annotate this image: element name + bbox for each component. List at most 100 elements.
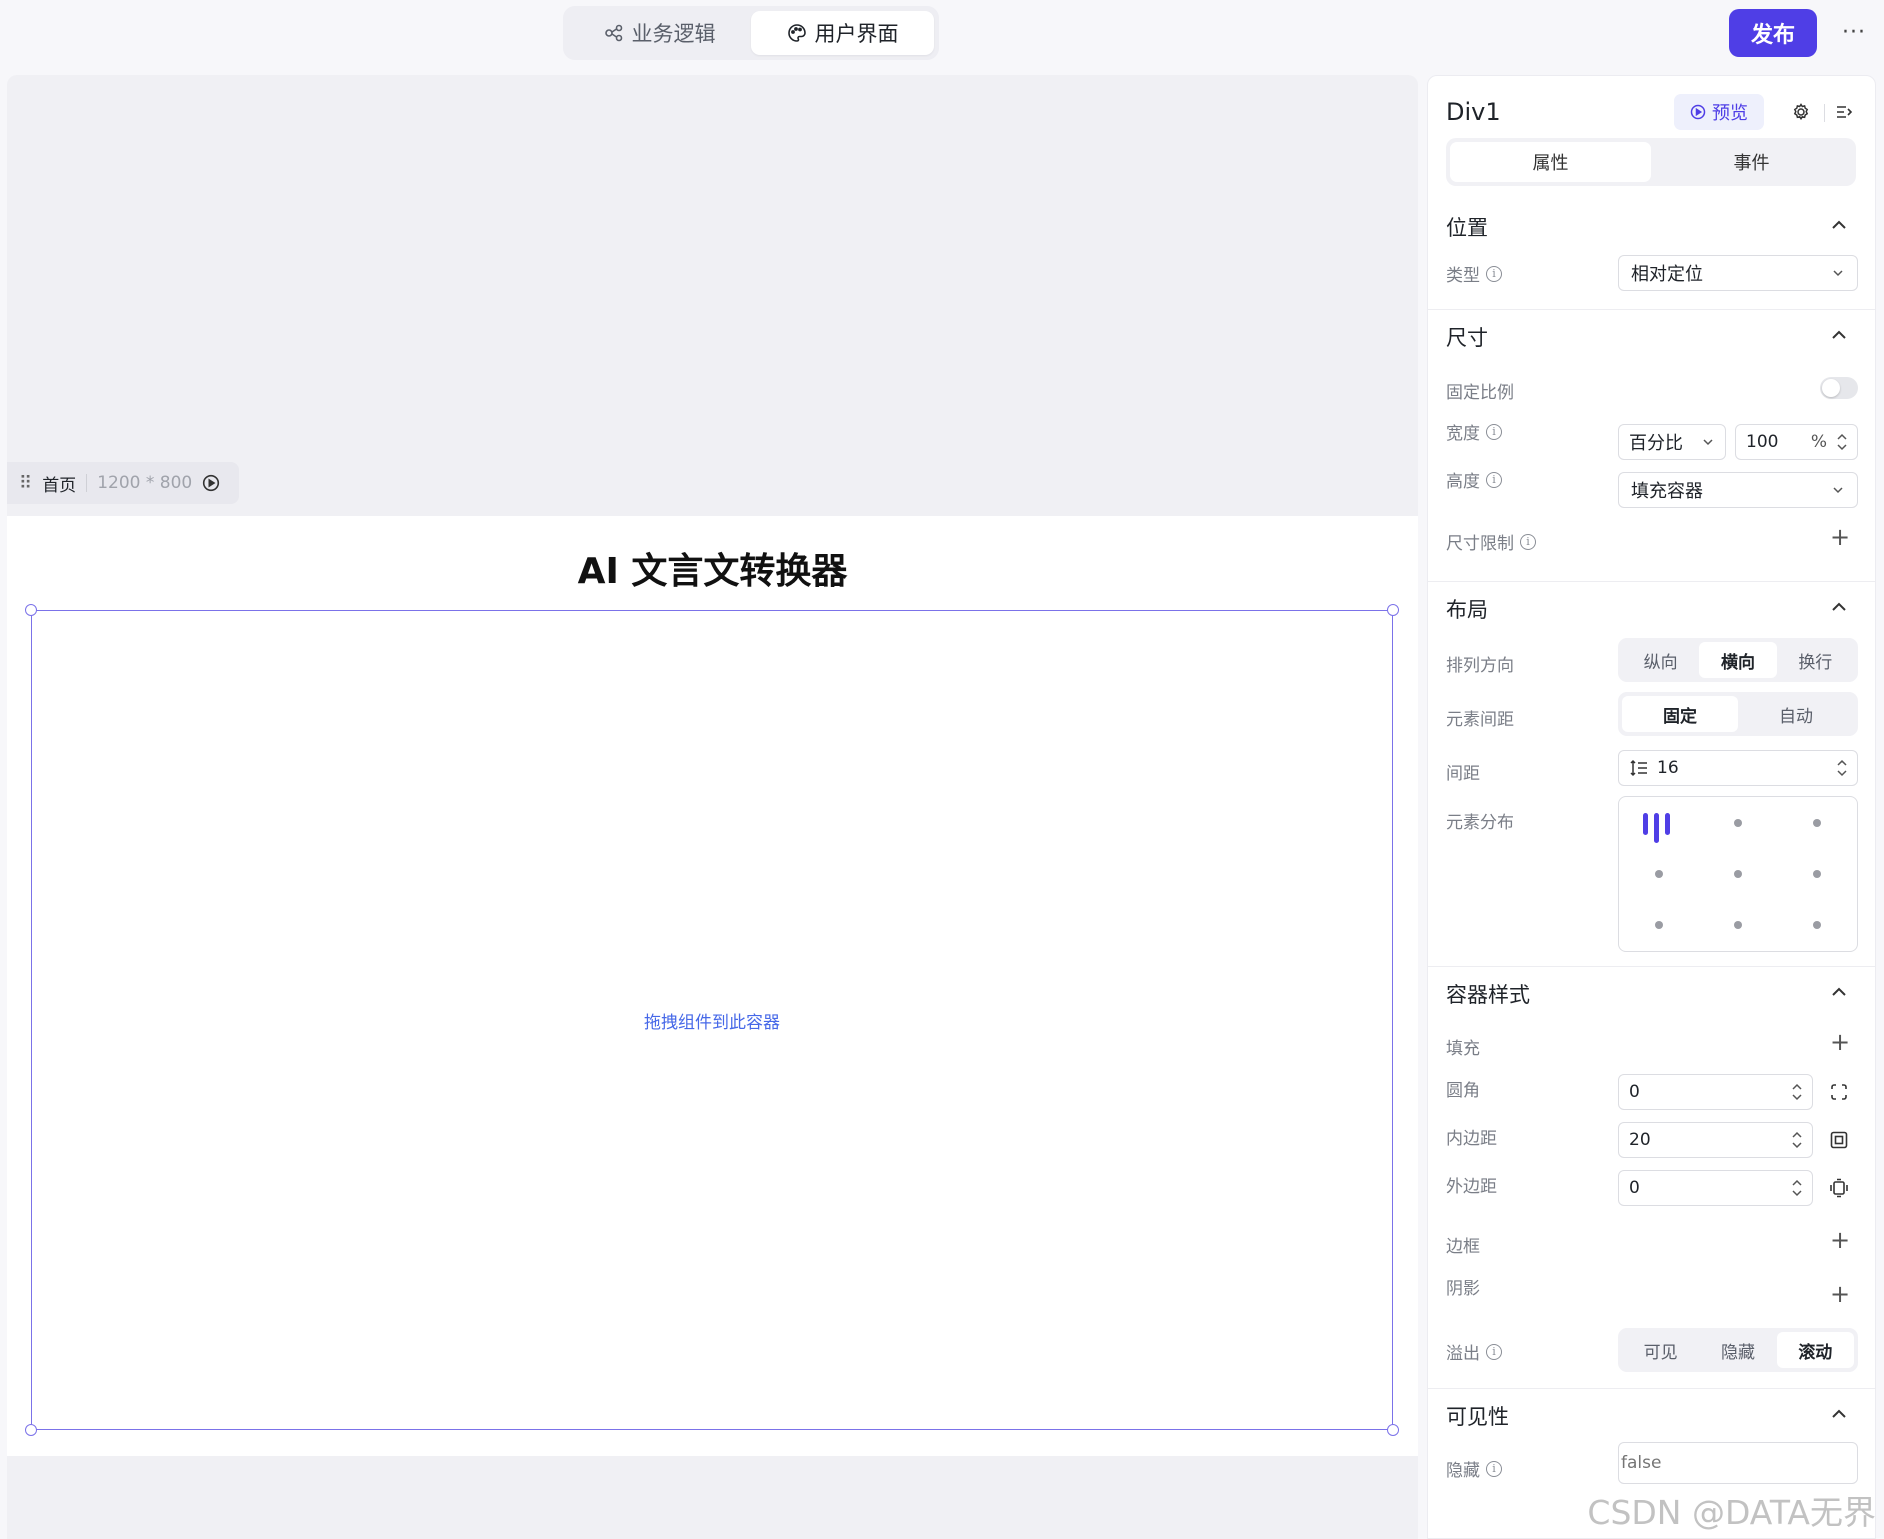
gap-input[interactable]: 16 xyxy=(1618,750,1858,786)
alignment-dot[interactable] xyxy=(1734,819,1742,827)
stepper-icon[interactable] xyxy=(1790,1176,1804,1200)
tab-business-logic-label: 业务逻辑 xyxy=(631,22,716,46)
info-icon[interactable]: i xyxy=(1486,1460,1502,1477)
play-icon[interactable] xyxy=(202,474,220,492)
drag-handle-icon[interactable]: ⠿ xyxy=(19,473,32,494)
position-type-label: 类型 xyxy=(1446,266,1480,286)
add-size-limit-icon[interactable]: + xyxy=(1830,525,1850,549)
settings-gear-icon[interactable] xyxy=(1787,98,1815,126)
stepper-icon[interactable] xyxy=(1835,756,1849,780)
info-icon[interactable]: i xyxy=(1486,423,1502,440)
width-input[interactable]: 100 % xyxy=(1735,424,1858,460)
width-value: 100 xyxy=(1746,432,1779,452)
page-tag[interactable]: ⠿ 首页 1200 * 800 xyxy=(7,462,239,504)
preview-label: 预览 xyxy=(1712,103,1748,124)
publish-button[interactable]: 发布 xyxy=(1729,9,1817,57)
selected-container[interactable]: 拖拽组件到此容器 xyxy=(25,604,1399,1436)
resize-handle-bottom-right[interactable] xyxy=(1387,1424,1399,1436)
shadow-label: 阴影 xyxy=(1446,1279,1480,1299)
gap-mode-auto[interactable]: 自动 xyxy=(1738,696,1854,732)
width-mode-select[interactable]: 百分比 xyxy=(1618,424,1726,460)
radius-input[interactable]: 0 xyxy=(1618,1074,1813,1110)
tab-user-interface[interactable]: 用户界面 xyxy=(751,11,934,55)
padding-icon[interactable] xyxy=(1828,1129,1850,1151)
overflow-scroll[interactable]: 滚动 xyxy=(1776,1332,1854,1368)
collapse-panel-icon[interactable] xyxy=(1830,98,1858,126)
alignment-bar-icon[interactable] xyxy=(1654,813,1659,843)
section-divider xyxy=(1428,966,1875,967)
chevron-up-icon[interactable] xyxy=(1828,981,1850,1003)
distribution-grid[interactable] xyxy=(1618,796,1858,952)
alignment-dot[interactable] xyxy=(1734,921,1742,929)
page-title[interactable]: AI 文言文转换器 xyxy=(7,542,1418,594)
hidden-label-row: 隐藏 i xyxy=(1446,1456,1502,1481)
resize-handle-top-right[interactable] xyxy=(1387,604,1399,616)
palette-icon xyxy=(787,24,806,42)
add-shadow-icon[interactable]: + xyxy=(1830,1282,1850,1306)
tab-events[interactable]: 事件 xyxy=(1651,142,1852,182)
direction-wrap[interactable]: 换行 xyxy=(1777,642,1854,678)
margin-value: 0 xyxy=(1629,1178,1640,1198)
alignment-dot[interactable] xyxy=(1813,921,1821,929)
info-icon[interactable]: i xyxy=(1486,471,1502,488)
margin-input[interactable]: 0 xyxy=(1618,1170,1813,1206)
info-icon[interactable]: i xyxy=(1520,533,1536,550)
stepper-icon[interactable] xyxy=(1790,1080,1804,1104)
margin-icon[interactable] xyxy=(1828,1177,1850,1199)
component-name: Div1 xyxy=(1446,98,1501,126)
alignment-bar-icon[interactable] xyxy=(1643,813,1648,835)
direction-vertical[interactable]: 纵向 xyxy=(1622,642,1699,678)
size-limit-label-row: 尺寸限制 i xyxy=(1446,529,1536,554)
tab-business-logic[interactable]: 业务逻辑 xyxy=(568,11,751,55)
width-label-row: 宽度 i xyxy=(1446,419,1502,444)
alignment-dot[interactable] xyxy=(1655,870,1663,878)
width-label: 宽度 xyxy=(1446,424,1480,444)
overflow-hidden[interactable]: 隐藏 xyxy=(1699,1332,1776,1368)
alignment-bar-icon[interactable] xyxy=(1665,813,1670,835)
radius-value: 0 xyxy=(1629,1082,1640,1102)
more-icon[interactable]: ··· xyxy=(1836,14,1872,50)
info-icon[interactable]: i xyxy=(1486,265,1502,282)
padding-label: 内边距 xyxy=(1446,1129,1497,1149)
position-type-value: 相对定位 xyxy=(1631,264,1703,285)
chevron-up-icon[interactable] xyxy=(1828,214,1850,236)
gap-mode-label: 元素间距 xyxy=(1446,710,1514,730)
chevron-up-icon[interactable] xyxy=(1828,324,1850,346)
preview-button[interactable]: 预览 xyxy=(1674,94,1764,130)
alignment-dot[interactable] xyxy=(1655,921,1663,929)
padding-input[interactable]: 20 xyxy=(1618,1122,1813,1158)
padding-value: 20 xyxy=(1629,1130,1651,1150)
alignment-dot[interactable] xyxy=(1813,870,1821,878)
overflow-visible[interactable]: 可见 xyxy=(1622,1332,1699,1368)
height-label-row: 高度 i xyxy=(1446,467,1502,492)
tab-properties[interactable]: 属性 xyxy=(1450,142,1651,182)
alignment-dot[interactable] xyxy=(1734,870,1742,878)
fixed-ratio-toggle[interactable] xyxy=(1820,377,1858,399)
alignment-dot[interactable] xyxy=(1813,819,1821,827)
gap-mode-fixed[interactable]: 固定 xyxy=(1622,696,1738,732)
height-mode-select[interactable]: 填充容器 xyxy=(1618,472,1858,508)
overflow-label: 溢出 xyxy=(1446,1344,1480,1364)
stepper-icon[interactable] xyxy=(1835,430,1849,454)
divider xyxy=(86,474,88,492)
gap-value: 16 xyxy=(1657,758,1679,778)
add-border-icon[interactable]: + xyxy=(1830,1228,1850,1252)
stepper-icon[interactable] xyxy=(1790,1128,1804,1152)
mode-switch: 业务逻辑 用户界面 xyxy=(563,6,939,60)
position-type-select[interactable]: 相对定位 xyxy=(1618,255,1858,291)
chevron-up-icon[interactable] xyxy=(1828,596,1850,618)
hidden-input[interactable] xyxy=(1618,1442,1858,1484)
divider xyxy=(1824,104,1825,122)
panel-header: Div1 预览 xyxy=(1446,94,1856,134)
corner-radius-icon[interactable] xyxy=(1828,1081,1850,1103)
resize-handle-top-left[interactable] xyxy=(25,604,37,616)
direction-segmented: 纵向 横向 换行 xyxy=(1618,638,1858,682)
add-fill-icon[interactable]: + xyxy=(1830,1030,1850,1054)
play-icon xyxy=(1690,104,1706,120)
direction-horizontal[interactable]: 横向 xyxy=(1699,642,1777,678)
distribution-label: 元素分布 xyxy=(1446,813,1514,833)
info-icon[interactable]: i xyxy=(1486,1343,1502,1360)
drop-hint: 拖拽组件到此容器 xyxy=(644,1012,780,1033)
resize-handle-bottom-left[interactable] xyxy=(25,1424,37,1436)
chevron-up-icon[interactable] xyxy=(1828,1403,1850,1425)
